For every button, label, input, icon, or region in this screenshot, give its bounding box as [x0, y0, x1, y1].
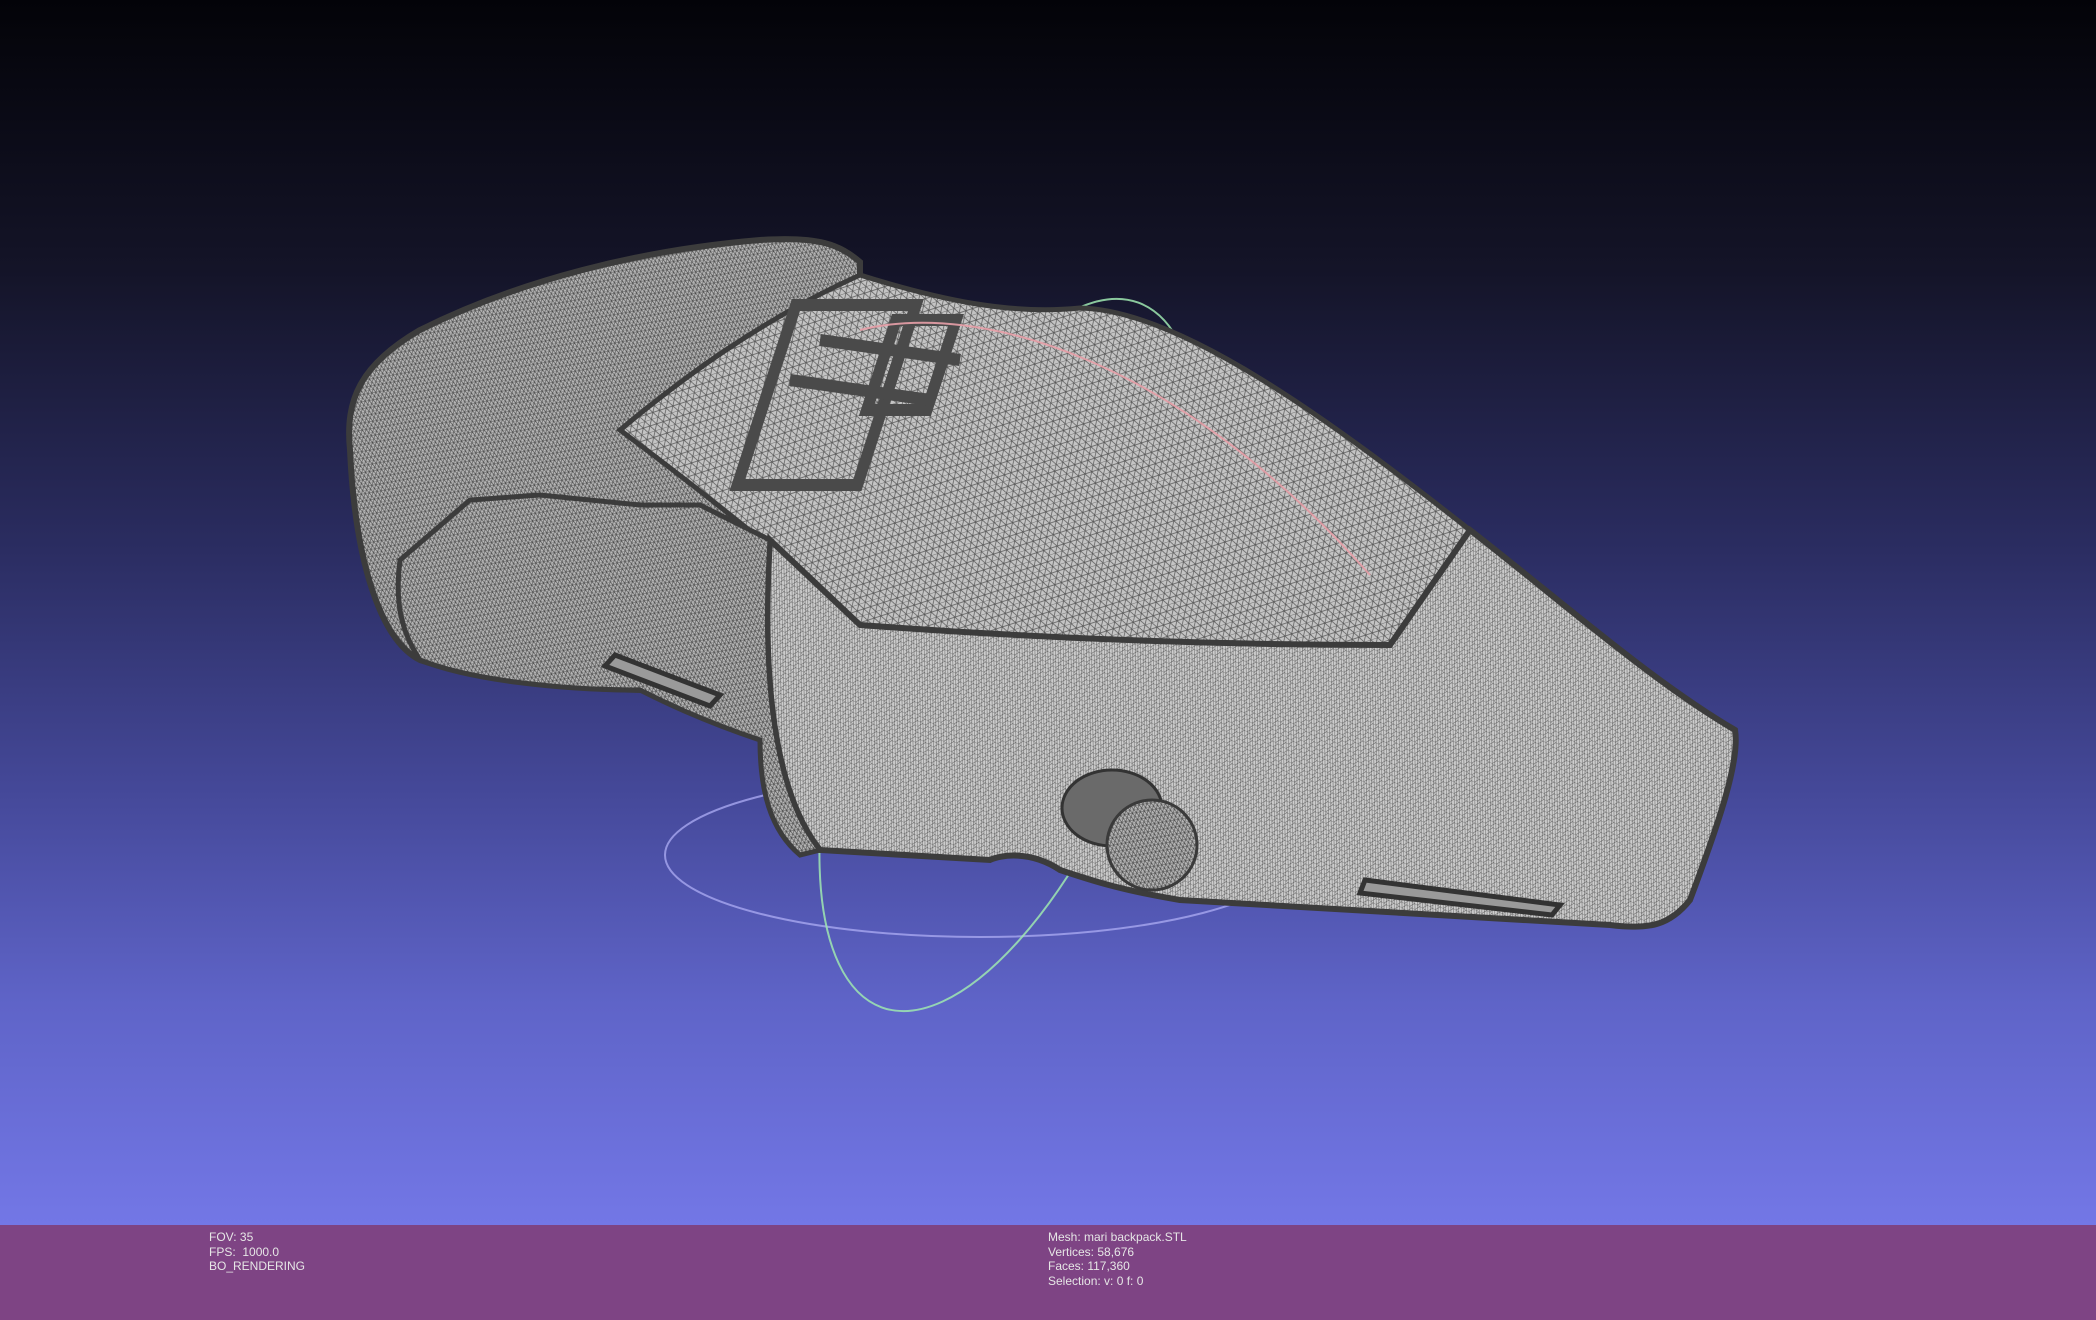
fps-readout: FPS: 1000.0: [209, 1244, 280, 1259]
mesh-knob: [1105, 798, 1199, 892]
selection-info: Selection: v: 0 f: 0: [1048, 1273, 1144, 1288]
3d-viewport[interactable]: [0, 0, 2096, 1225]
render-info: FOV: 35 FPS: 1000.0 BO_RENDERING: [209, 1230, 305, 1274]
mesh-name: Mesh: mari backpack.STL: [1048, 1230, 1187, 1244]
render-mode: BO_RENDERING: [209, 1259, 306, 1273]
mesh-left-block: [395, 492, 825, 858]
fov-readout: FOV: 35: [209, 1230, 254, 1244]
mesh-render[interactable]: [0, 0, 2096, 1225]
status-bar: FOV: 35 FPS: 1000.0 BO_RENDERING Mesh: m…: [0, 1225, 2096, 1320]
mesh-info: Mesh: mari backpack.STL Vertices: 58,676…: [1048, 1230, 1187, 1288]
face-count: Faces: 117,360: [1048, 1259, 1130, 1273]
vertex-count: Vertices: 58,676: [1048, 1244, 1135, 1259]
